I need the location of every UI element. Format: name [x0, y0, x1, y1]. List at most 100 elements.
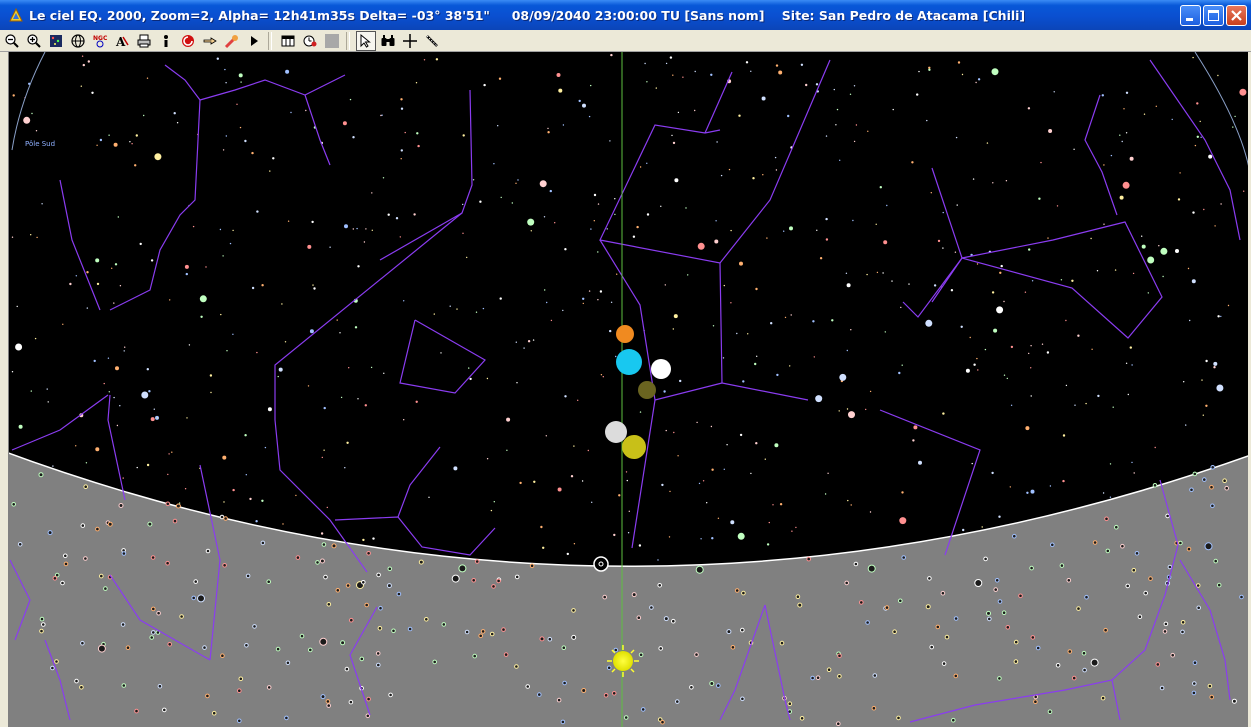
star	[754, 362, 757, 366]
star	[81, 55, 84, 57]
star	[835, 124, 837, 126]
star	[791, 530, 793, 532]
star	[519, 481, 522, 485]
star	[1155, 105, 1158, 108]
star	[564, 395, 567, 398]
star	[1210, 465, 1215, 470]
star	[669, 490, 671, 493]
star	[282, 523, 284, 525]
star	[99, 138, 103, 142]
star	[847, 499, 849, 502]
planet-venus[interactable]	[651, 359, 671, 379]
time-icon	[303, 35, 317, 46]
star	[679, 379, 682, 383]
star	[734, 588, 740, 593]
crosshair-button[interactable]	[400, 31, 420, 51]
horizon-marker-icon[interactable]	[593, 556, 609, 572]
reset-button[interactable]	[178, 31, 198, 51]
stop-button[interactable]	[322, 31, 342, 51]
planets[interactable]	[605, 325, 671, 459]
planet-saturn[interactable]	[638, 381, 656, 399]
ground-area	[0, 450, 1251, 727]
star	[957, 61, 961, 64]
text-label-button[interactable]: A	[112, 31, 132, 51]
star	[125, 645, 131, 651]
star-map-button[interactable]	[46, 31, 66, 51]
star	[222, 149, 225, 151]
star	[1025, 426, 1030, 431]
star	[199, 295, 207, 303]
minimize-button[interactable]	[1180, 4, 1201, 26]
play-button[interactable]	[244, 31, 264, 51]
info-button[interactable]	[156, 31, 176, 51]
text-label-icon: A	[115, 35, 129, 49]
star	[85, 462, 88, 464]
star	[108, 391, 111, 393]
map-left-border	[0, 52, 9, 727]
zoom-in-button[interactable]	[24, 31, 44, 51]
star	[720, 174, 723, 177]
star	[1209, 484, 1214, 490]
sky-map[interactable]: Pôle Sud	[0, 52, 1251, 727]
star	[388, 692, 393, 698]
ngc-button[interactable]: NGC	[90, 31, 110, 51]
binoculars-button[interactable]	[378, 31, 398, 51]
star	[226, 350, 228, 352]
star	[1048, 129, 1053, 133]
star	[925, 604, 931, 610]
star	[955, 136, 958, 139]
star	[789, 226, 793, 231]
comet-button[interactable]	[222, 31, 242, 51]
planet-neptune[interactable]	[616, 349, 642, 375]
star	[344, 467, 346, 469]
star	[141, 391, 149, 399]
star	[1131, 567, 1137, 573]
star	[558, 88, 563, 93]
star	[82, 63, 86, 67]
star	[961, 73, 964, 76]
zoom-out-button[interactable]	[2, 31, 22, 51]
star	[441, 622, 447, 627]
star	[1202, 477, 1207, 482]
star	[267, 407, 272, 412]
measure-button[interactable]	[422, 31, 442, 51]
star	[113, 396, 115, 399]
star	[1125, 132, 1128, 134]
star	[1103, 627, 1108, 633]
arrow-cursor-button[interactable]	[356, 30, 376, 51]
maximize-button[interactable]	[1203, 4, 1224, 26]
star	[1196, 102, 1199, 105]
star	[581, 688, 587, 693]
planet-mars[interactable]	[616, 325, 634, 343]
star	[387, 213, 390, 216]
planet-moon[interactable]	[605, 421, 627, 443]
star	[730, 229, 732, 232]
star	[527, 340, 531, 343]
print-button[interactable]	[134, 31, 154, 51]
title-bar[interactable]: Le ciel EQ. 2000, Zoom=2, Alpha= 12h41m3…	[0, 0, 1251, 30]
planet-jupiter[interactable]	[622, 435, 646, 459]
star	[632, 235, 636, 238]
pointer-hand-button[interactable]	[200, 31, 220, 51]
star	[1162, 629, 1168, 634]
star	[516, 382, 518, 384]
star	[778, 70, 783, 75]
calendar-button[interactable]	[278, 31, 298, 51]
star	[954, 251, 957, 253]
star	[953, 673, 959, 679]
star	[400, 149, 403, 152]
star	[186, 417, 188, 419]
star	[525, 684, 531, 689]
close-button[interactable]	[1226, 4, 1247, 26]
star	[517, 179, 519, 181]
star	[210, 391, 212, 394]
sky-map-canvas[interactable]	[0, 52, 1251, 727]
star	[490, 509, 493, 512]
star	[1147, 292, 1150, 294]
star	[1055, 663, 1061, 668]
star	[663, 390, 666, 393]
globe-button[interactable]	[68, 31, 88, 51]
time-button[interactable]	[300, 31, 320, 51]
star	[1076, 606, 1081, 611]
star	[339, 332, 341, 334]
